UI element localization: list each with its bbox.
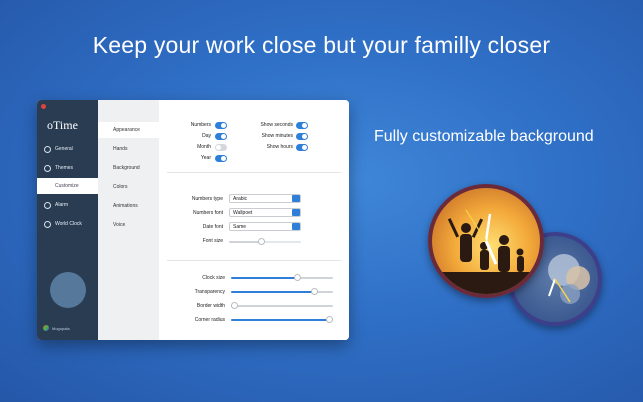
divider bbox=[167, 260, 341, 261]
clock-preview bbox=[50, 272, 86, 308]
customize-tabs: Appearance Hands Background Colors Anima… bbox=[98, 100, 159, 340]
slider-knob[interactable] bbox=[326, 316, 333, 323]
date-font-select[interactable]: Same bbox=[229, 222, 301, 231]
numbers-font-label: Numbers font bbox=[192, 210, 223, 216]
numbers-type-label: Numbers type bbox=[191, 196, 223, 202]
sidebar-item-label: General bbox=[55, 146, 73, 152]
developer-logo: Mogopala bbox=[43, 325, 70, 331]
sidebar-item-label: World Clock bbox=[55, 221, 82, 227]
toggle-label-month: Month bbox=[197, 144, 211, 150]
appearance-panel: Numbers Day Month Year Show seconds Show… bbox=[159, 100, 349, 340]
clock-icon bbox=[44, 164, 51, 172]
font-size-label: Font size bbox=[202, 238, 223, 244]
alarm-icon bbox=[44, 201, 51, 209]
side-caption: Fully customizable background bbox=[374, 128, 594, 145]
toggle-label-year: Year bbox=[200, 155, 211, 161]
date-font-value: Same bbox=[233, 223, 247, 230]
chevron-down-icon bbox=[292, 209, 300, 216]
border-width-slider[interactable] bbox=[231, 302, 333, 309]
sidebar-item-alarm[interactable]: Alarm bbox=[37, 197, 98, 213]
year-toggle[interactable] bbox=[215, 155, 227, 162]
sidebar-item-world-clock[interactable]: World Clock bbox=[37, 216, 98, 232]
show-hours-toggle[interactable] bbox=[296, 144, 308, 151]
chevron-down-icon bbox=[292, 195, 300, 202]
tab-background[interactable]: Background bbox=[98, 160, 159, 176]
month-toggle[interactable] bbox=[215, 144, 227, 151]
numbers-font-select[interactable]: Wallpoet bbox=[229, 208, 301, 217]
developer-logo-icon bbox=[43, 325, 49, 331]
divider bbox=[167, 172, 341, 173]
settings-window: oTime General Themes Customize Alarm Wor… bbox=[37, 100, 349, 340]
app-logo: oTime bbox=[47, 118, 78, 132]
slider-fill bbox=[231, 277, 298, 279]
large-clock-face bbox=[432, 209, 540, 294]
slider-fill bbox=[229, 241, 262, 243]
toggle-label-show-minutes: Show minutes bbox=[261, 133, 293, 139]
sidebar-item-label: Themes bbox=[55, 165, 74, 171]
corner-radius-label: Corner radius bbox=[194, 317, 225, 323]
tab-appearance[interactable]: Appearance bbox=[98, 122, 159, 138]
slider-knob[interactable] bbox=[257, 238, 265, 245]
family-clock-large bbox=[428, 184, 544, 298]
numbers-toggle[interactable] bbox=[215, 122, 227, 129]
numbers-type-value: Arabic bbox=[233, 195, 248, 202]
transparency-label: Transparency bbox=[194, 289, 225, 295]
numbers-font-value: Wallpoet bbox=[233, 209, 253, 216]
sidebar-item-label: Customize bbox=[55, 183, 79, 189]
clock-size-slider[interactable] bbox=[231, 274, 333, 281]
slider-knob[interactable] bbox=[311, 288, 319, 295]
font-size-slider[interactable] bbox=[229, 238, 301, 245]
sidebar-item-label: Alarm bbox=[55, 202, 69, 208]
toggle-label-show-hours: Show hours bbox=[266, 144, 293, 150]
slider-knob[interactable] bbox=[231, 302, 238, 309]
tab-colors[interactable]: Colors bbox=[98, 179, 159, 195]
show-minutes-toggle[interactable] bbox=[296, 133, 308, 140]
chevron-down-icon bbox=[292, 223, 300, 230]
slider-knob[interactable] bbox=[293, 274, 301, 281]
toggle-label-day: Day bbox=[202, 133, 211, 139]
toggle-label-numbers: Numbers bbox=[190, 122, 211, 128]
tab-voice[interactable]: Voice bbox=[98, 217, 159, 233]
developer-logo-text: Mogopala bbox=[52, 325, 70, 331]
close-window-button[interactable] bbox=[41, 104, 46, 109]
show-seconds-toggle[interactable] bbox=[296, 122, 308, 129]
transparency-slider[interactable] bbox=[231, 288, 333, 295]
clock-size-label: Clock size bbox=[202, 275, 225, 281]
globe-icon bbox=[44, 220, 51, 228]
border-width-label: Border width bbox=[196, 303, 225, 309]
numbers-type-select[interactable]: Arabic bbox=[229, 194, 301, 203]
tab-hands[interactable]: Hands bbox=[98, 141, 159, 157]
headline: Keep your work close but your familly cl… bbox=[92, 32, 551, 58]
corner-radius-slider[interactable] bbox=[231, 316, 333, 323]
day-toggle[interactable] bbox=[215, 133, 227, 140]
date-font-label: Date font bbox=[202, 224, 223, 230]
sidebar: oTime General Themes Customize Alarm Wor… bbox=[37, 100, 98, 340]
sidebar-item-general[interactable]: General bbox=[37, 141, 98, 157]
slider-fill bbox=[231, 319, 331, 321]
sidebar-item-customize[interactable]: Customize bbox=[37, 178, 98, 194]
tab-animations[interactable]: Animations bbox=[98, 198, 159, 214]
slider-fill bbox=[231, 291, 315, 293]
toggle-label-show-seconds: Show seconds bbox=[260, 122, 293, 128]
gear-icon bbox=[44, 145, 51, 153]
sidebar-item-themes[interactable]: Themes bbox=[37, 160, 98, 176]
